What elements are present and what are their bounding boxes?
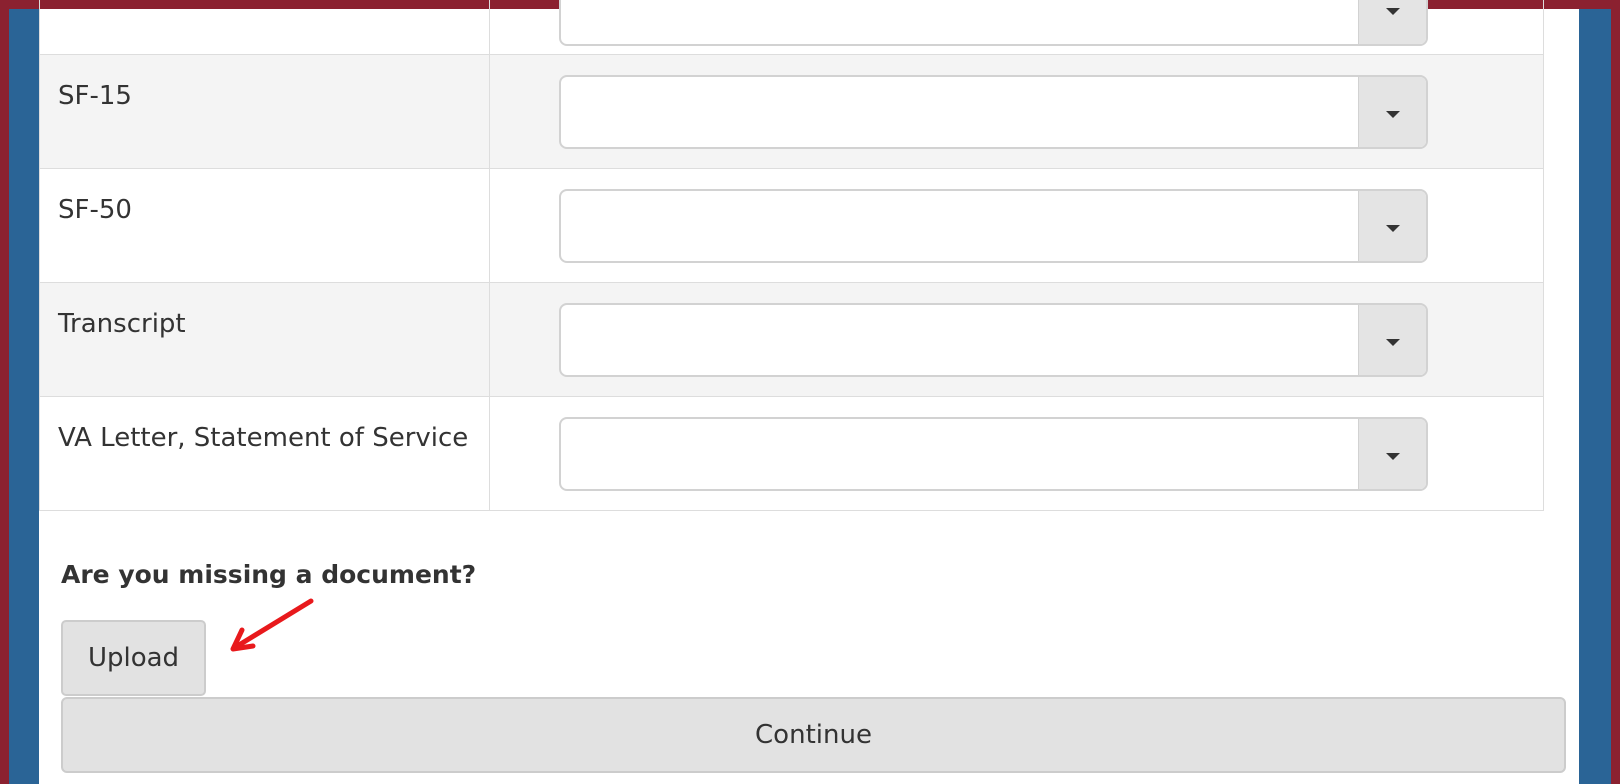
chevron-down-icon[interactable] bbox=[1358, 191, 1426, 261]
table-row bbox=[39, 0, 1544, 55]
document-label: SF-50 bbox=[39, 168, 490, 283]
chevron-down-icon[interactable] bbox=[1358, 0, 1426, 44]
document-select[interactable] bbox=[559, 303, 1428, 377]
upload-button[interactable]: Upload bbox=[61, 620, 206, 696]
document-select[interactable] bbox=[559, 75, 1428, 149]
select-cell bbox=[489, 0, 1544, 55]
select-cell bbox=[489, 168, 1544, 283]
document-select[interactable] bbox=[559, 189, 1428, 263]
table-row: Transcript bbox=[39, 282, 1544, 397]
table-row: VA Letter, Statement of Service bbox=[39, 396, 1544, 511]
select-cell bbox=[489, 282, 1544, 397]
chevron-down-icon[interactable] bbox=[1358, 305, 1426, 375]
document-label: Transcript bbox=[39, 282, 490, 397]
document-select[interactable] bbox=[559, 417, 1428, 491]
document-label bbox=[39, 0, 490, 55]
select-cell bbox=[489, 396, 1544, 511]
annotation-arrow-icon bbox=[230, 598, 314, 652]
missing-document-heading: Are you missing a document? bbox=[61, 560, 477, 589]
table-row: SF-15 bbox=[39, 54, 1544, 169]
document-label: VA Letter, Statement of Service bbox=[39, 396, 490, 511]
continue-button[interactable]: Continue bbox=[61, 697, 1566, 773]
table-row: SF-50 bbox=[39, 168, 1544, 283]
document-table: SF-15 SF-50 Transcript VA Letter, Statem… bbox=[39, 0, 1544, 511]
select-cell bbox=[489, 54, 1544, 169]
document-label: SF-15 bbox=[39, 54, 490, 169]
document-select[interactable] bbox=[559, 0, 1428, 46]
chevron-down-icon[interactable] bbox=[1358, 77, 1426, 147]
chevron-down-icon[interactable] bbox=[1358, 419, 1426, 489]
